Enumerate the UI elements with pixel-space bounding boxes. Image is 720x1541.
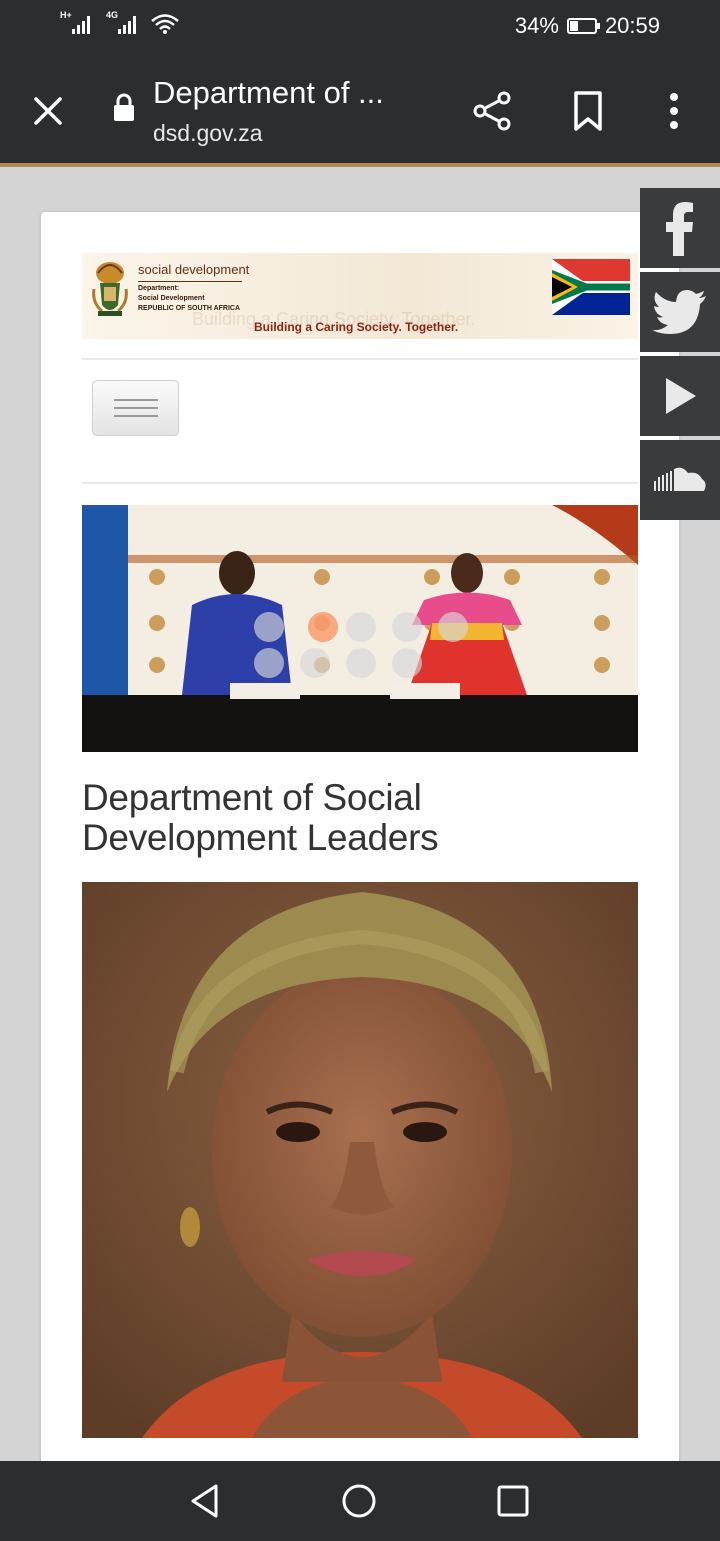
close-icon[interactable]	[30, 93, 66, 129]
menu-line	[114, 415, 158, 417]
share-icon[interactable]	[470, 89, 514, 133]
slideshow-dot[interactable]	[308, 612, 338, 642]
menu-line	[114, 407, 158, 409]
battery-level	[569, 21, 579, 31]
slideshow-dot[interactable]	[438, 612, 468, 642]
status-bar: H+ 4G 34% 20:59	[0, 0, 720, 55]
slideshow-dot[interactable]	[254, 648, 284, 678]
slogan: Building a Caring Society. Together.	[254, 320, 459, 334]
bookmark-icon[interactable]	[570, 89, 606, 133]
page-title[interactable]: Department of ...	[153, 75, 384, 111]
article-headline: Department of Social Development Leaders	[82, 777, 439, 858]
signal-4g-icon: 4G	[106, 10, 140, 34]
battery-icon	[566, 18, 600, 34]
battery-percent: 34%	[514, 13, 559, 38]
twitter-icon	[652, 290, 706, 334]
browser-toolbar: Department of ... dsd.gov.za	[0, 55, 720, 167]
home-icon[interactable]	[341, 1483, 377, 1519]
page-url[interactable]: dsd.gov.za	[153, 120, 263, 147]
facebook-icon	[666, 202, 693, 256]
slideshow-dot[interactable]	[254, 612, 284, 642]
south-africa-flag	[552, 259, 630, 315]
facebook-button[interactable]	[640, 188, 720, 268]
slideshow-dot[interactable]	[392, 648, 422, 678]
coat-of-arms-logo	[92, 262, 128, 316]
youtube-button[interactable]	[640, 356, 720, 436]
slideshow-dot[interactable]	[346, 612, 376, 642]
site-header-banner[interactable]: social development Department: Social De…	[82, 253, 638, 339]
main-menu-button[interactable]	[92, 380, 179, 436]
system-nav-bar	[0, 1461, 720, 1541]
youtube-icon	[666, 378, 696, 414]
wifi-icon	[151, 14, 179, 34]
department-name: social development	[138, 262, 250, 277]
menu-line	[114, 399, 158, 401]
soundcloud-icon	[654, 467, 706, 491]
department-label: Department:	[138, 285, 180, 292]
signal-icon: H+	[60, 10, 94, 34]
department-name-rule	[138, 281, 242, 282]
recents-icon[interactable]	[496, 1484, 530, 1518]
slideshow-dot[interactable]	[346, 648, 376, 678]
clock: 20:59	[604, 13, 660, 38]
soundcloud-button[interactable]	[640, 440, 720, 520]
leader-portrait[interactable]	[82, 882, 638, 1438]
department-title: Social Development	[138, 295, 205, 302]
twitter-button[interactable]	[640, 272, 720, 352]
network-type-2: 4G	[106, 10, 119, 20]
network-type-1: H+	[60, 10, 72, 20]
slideshow-dot[interactable]	[300, 648, 330, 678]
slideshow-dot[interactable]	[392, 612, 422, 642]
lock-icon	[114, 93, 134, 121]
back-icon[interactable]	[188, 1483, 222, 1519]
menu-divider	[82, 482, 638, 484]
slideshow-indicators[interactable]	[254, 612, 474, 742]
header-divider	[82, 358, 638, 360]
more-options-icon[interactable]	[662, 89, 686, 133]
portrait-photo	[82, 882, 638, 1438]
